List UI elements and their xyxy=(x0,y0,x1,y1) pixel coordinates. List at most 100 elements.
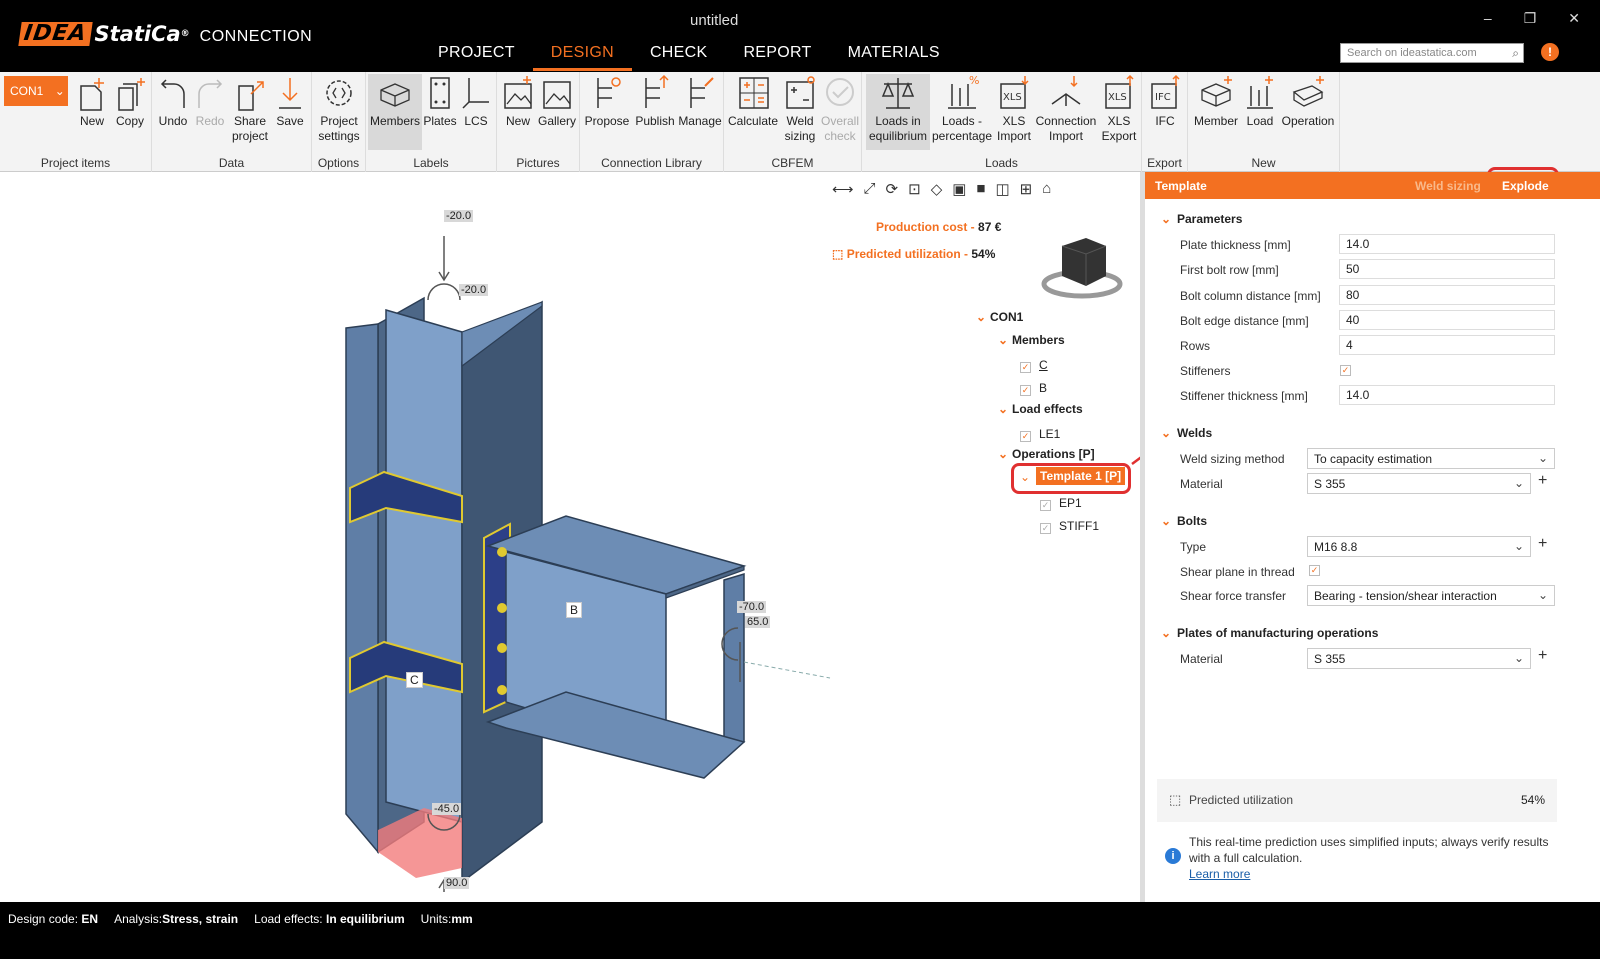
rotate-icon[interactable]: ⟳ xyxy=(886,180,899,198)
tab-project[interactable]: PROJECT xyxy=(420,40,533,71)
home-view-icon[interactable]: ⌂ xyxy=(1042,180,1051,198)
bolt-edge-distance-field[interactable]: 40 xyxy=(1339,310,1555,330)
wireframe-icon[interactable]: ◇ xyxy=(931,180,943,198)
tab-report[interactable]: REPORT xyxy=(725,40,829,71)
tree-stiff1[interactable]: ✓ STIFF1 xyxy=(1040,519,1099,534)
propose-button[interactable]: Propose xyxy=(582,74,632,129)
product-name: CONNECTION xyxy=(199,28,313,45)
info-icon[interactable]: ! xyxy=(1541,43,1559,61)
connection-model[interactable] xyxy=(320,202,840,892)
tree-root[interactable]: ⌄ CON1 xyxy=(976,310,1023,324)
xls-export-button[interactable]: XLS XLS Export xyxy=(1098,74,1140,144)
members-icon xyxy=(380,83,410,107)
loads-percentage-button[interactable]: % Loads - percentage xyxy=(930,74,994,144)
tree-members[interactable]: ⌄ Members xyxy=(998,333,1065,347)
lcs-label-toggle[interactable]: LCS xyxy=(458,74,494,129)
chevron-down-icon: ⌄ xyxy=(1161,514,1172,528)
checkbox[interactable]: ✓ xyxy=(1020,385,1031,396)
search-input[interactable]: Search on ideastatica.com ⌕ xyxy=(1340,43,1524,63)
stiffener-thickness-field[interactable]: 14.0 xyxy=(1339,385,1555,405)
xls-import-button[interactable]: XLS XLS Import xyxy=(994,74,1034,144)
shear-force-transfer-select[interactable]: Bearing - tension/shear interaction ⌄ xyxy=(1307,585,1555,606)
group-data: Undo Redo Share project Save Data xyxy=(152,72,312,172)
weld-material-select[interactable]: S 355 ⌄ xyxy=(1307,473,1531,494)
explode-button[interactable]: Explode xyxy=(1502,179,1549,193)
close-button[interactable]: ✕ xyxy=(1568,10,1580,27)
checkbox[interactable]: ✓ xyxy=(1040,500,1051,511)
section-bolts[interactable]: ⌄ Bolts xyxy=(1161,514,1207,528)
manage-button[interactable]: Manage xyxy=(678,74,722,129)
solid-icon[interactable]: ■ xyxy=(976,180,985,198)
plates-label-toggle[interactable]: Plates xyxy=(422,74,458,129)
tree-le1[interactable]: ✓ LE1 xyxy=(1020,427,1060,442)
stiffeners-checkbox[interactable]: ✓ xyxy=(1340,365,1351,376)
tree-load-effects[interactable]: ⌄ Load effects xyxy=(998,402,1083,416)
shear-plane-checkbox[interactable]: ✓ xyxy=(1309,565,1320,576)
maximize-button[interactable]: ❐ xyxy=(1524,10,1537,27)
highlight-box-template xyxy=(1011,463,1131,494)
copy-button[interactable]: Copy xyxy=(112,74,148,129)
plate-material-select[interactable]: S 355 ⌄ xyxy=(1307,648,1531,669)
new-operation-button[interactable]: Operation xyxy=(1278,74,1338,129)
overall-check-button[interactable]: Overall check xyxy=(820,74,860,144)
connection-select[interactable]: CON1 ⌄ xyxy=(4,76,68,106)
first-bolt-row-field[interactable]: 50 xyxy=(1339,259,1555,279)
weld-sizing-button[interactable]: Weld sizing xyxy=(780,74,820,144)
rows-field[interactable]: 4 xyxy=(1339,335,1555,355)
new-member-button[interactable]: Member xyxy=(1190,74,1242,129)
weld-sizing-method-select[interactable]: To capacity estimation ⌄ xyxy=(1307,448,1555,469)
template-panel: Template Weld sizing Explode ⌄ Parameters… xyxy=(1145,172,1600,902)
redo-button[interactable]: Redo xyxy=(192,74,228,129)
publish-button[interactable]: Publish xyxy=(632,74,678,129)
share-project-button[interactable]: Share project xyxy=(228,74,272,144)
tree-member-c[interactable]: ✓ C xyxy=(1020,358,1048,373)
tab-materials[interactable]: MATERIALS xyxy=(830,40,958,71)
checkbox[interactable]: ✓ xyxy=(1020,431,1031,442)
3d-viewport[interactable]: ⟷ ⤢ ⟳ ⊡ ◇ ▣ ■ ◫ ⊞ ⌂ Production cost - 87… xyxy=(0,172,1140,902)
undo-button[interactable]: Undo xyxy=(154,74,192,129)
chevron-down-icon: ⌄ xyxy=(1161,426,1172,440)
weld-sizing-tab[interactable]: Weld sizing xyxy=(1415,179,1481,193)
checkbox[interactable]: ✓ xyxy=(1040,523,1051,534)
new-item-button[interactable]: New xyxy=(72,74,112,129)
section-parameters[interactable]: ⌄ Parameters xyxy=(1161,212,1242,226)
checkbox[interactable]: ✓ xyxy=(1020,362,1031,373)
tab-design[interactable]: DESIGN xyxy=(532,40,632,71)
load-label: -20.0 xyxy=(459,284,489,296)
clip-icon[interactable]: ⊞ xyxy=(1020,180,1033,198)
group-title: New xyxy=(1251,156,1276,170)
transparent-icon[interactable]: ▣ xyxy=(952,180,966,198)
bolt-column-distance-field[interactable]: 80 xyxy=(1339,285,1555,305)
loads-in-equilibrium-button[interactable]: Loads in equilibrium xyxy=(866,74,930,150)
bolt-type-select[interactable]: M16 8.8 ⌄ xyxy=(1307,536,1531,557)
calculate-button[interactable]: Calculate xyxy=(726,74,780,129)
measure-icon[interactable]: ⟷ xyxy=(832,180,854,198)
group-connection-library: Propose Publish Manage Connection Librar… xyxy=(580,72,724,172)
chevron-down-icon: ⌄ xyxy=(1161,626,1172,640)
plate-thickness-field[interactable]: 14.0 xyxy=(1339,234,1555,254)
section-welds[interactable]: ⌄ Welds xyxy=(1161,426,1212,440)
project-settings-button[interactable]: Project settings xyxy=(314,74,364,144)
connection-import-button[interactable]: Connection Import xyxy=(1034,74,1098,144)
crop-icon[interactable]: ⊡ xyxy=(908,180,921,198)
members-label-toggle[interactable]: Members xyxy=(368,74,422,150)
ifc-export-button[interactable]: IFC IFC xyxy=(1144,74,1186,129)
new-load-button[interactable]: Load xyxy=(1242,74,1278,129)
tree-ep1[interactable]: ✓ EP1 xyxy=(1040,496,1082,511)
section-plates[interactable]: ⌄ Plates of manufacturing operations xyxy=(1161,626,1378,640)
add-bolt-type-button[interactable]: + xyxy=(1538,535,1547,553)
tree-operations[interactable]: ⌄ Operations [P] xyxy=(998,447,1095,461)
learn-more-link[interactable]: Learn more xyxy=(1189,866,1559,882)
section-icon[interactable]: ◫ xyxy=(995,180,1009,198)
add-plate-material-button[interactable]: + xyxy=(1538,647,1547,665)
tree-member-b[interactable]: ✓ B xyxy=(1020,381,1047,396)
gallery-button[interactable]: Gallery xyxy=(537,74,577,129)
axes-icon xyxy=(462,78,489,109)
zoom-fit-icon[interactable]: ⤢ xyxy=(864,180,876,198)
save-button[interactable]: Save xyxy=(272,74,308,129)
view-cube[interactable] xyxy=(1040,228,1130,304)
minimize-button[interactable]: – xyxy=(1484,10,1492,27)
tab-check[interactable]: CHECK xyxy=(632,40,726,71)
add-weld-material-button[interactable]: + xyxy=(1538,472,1547,490)
new-picture-button[interactable]: New xyxy=(499,74,537,129)
